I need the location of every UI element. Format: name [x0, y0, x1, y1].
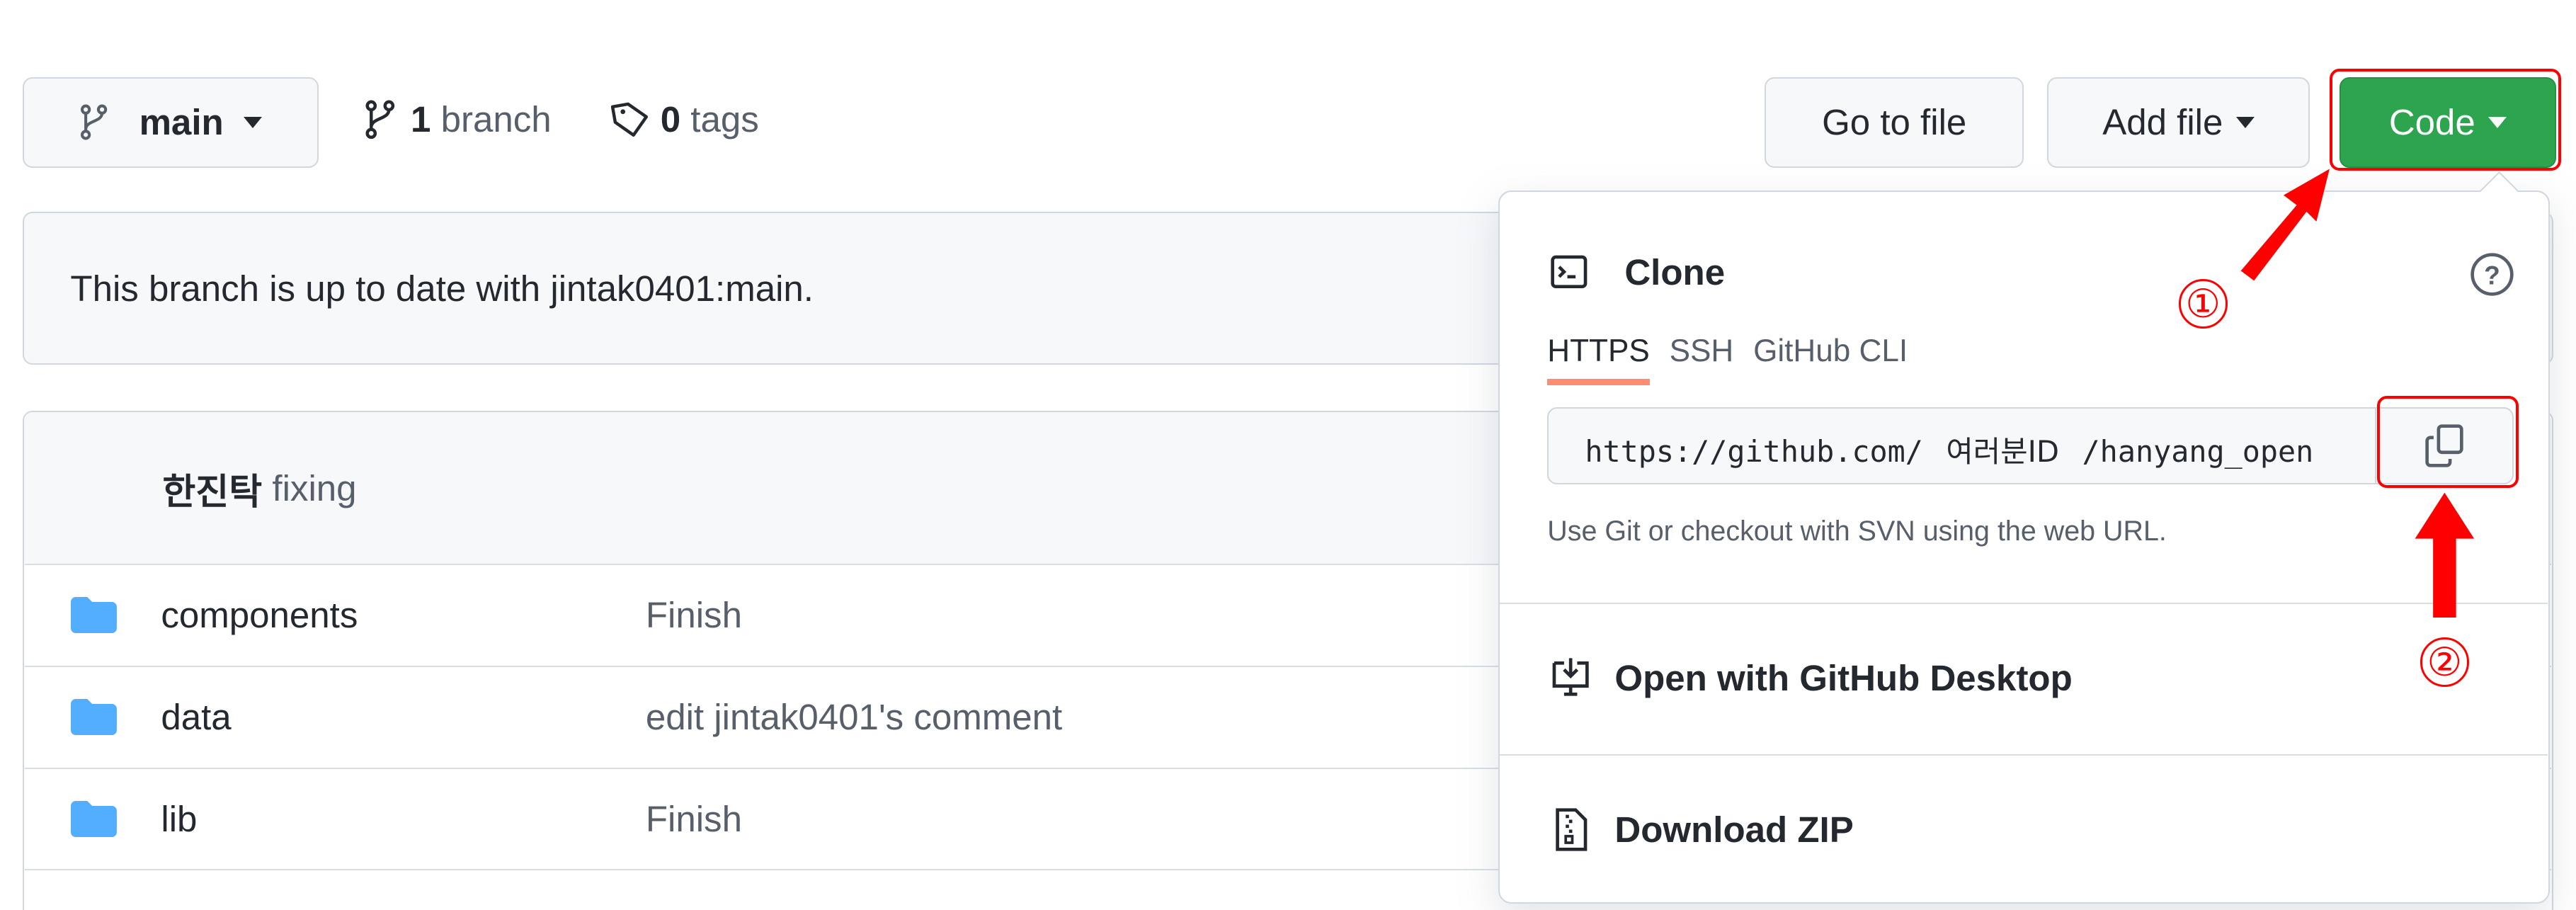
file-commit-message[interactable]: Finish — [646, 594, 742, 636]
annotation-highlight-copy — [2377, 396, 2519, 489]
tag-count: 0 — [660, 99, 681, 140]
branch-count: 1 — [411, 99, 431, 140]
annotation-arrow-1 — [2240, 169, 2330, 281]
clone-tabs: HTTPS SSH GitHub CLI — [1547, 334, 1908, 385]
tags-label: tags — [690, 99, 759, 140]
commit-message[interactable]: fixing — [272, 467, 356, 509]
banner-text: This branch is up to date with jintak040… — [70, 268, 814, 309]
help-icon[interactable]: ? — [2469, 251, 2515, 297]
svg-text:?: ? — [2484, 260, 2500, 290]
download-zip-label: Download ZIP — [1614, 809, 1854, 850]
git-branch-icon — [365, 100, 395, 139]
folder-icon — [70, 800, 117, 837]
repo-page: main 1 branch 0 tags Go to file Add file… — [0, 0, 2576, 910]
commit-author[interactable]: 한진탁 — [162, 462, 262, 515]
branches-link[interactable]: 1 branch — [365, 98, 552, 140]
file-commit-message[interactable]: Finish — [646, 798, 742, 840]
clone-help-text: Use Git or checkout with SVN using the w… — [1547, 516, 2167, 547]
tags-link[interactable]: 0 tags — [611, 98, 759, 140]
url-suffix: /hanyang_open — [2082, 433, 2314, 469]
url-prefix: https://github.com/ — [1585, 433, 1923, 469]
branch-name: main — [139, 102, 224, 143]
open-desktop-label: Open with GitHub Desktop — [1614, 658, 2073, 699]
file-commit-message[interactable]: edit jintak0401's comment — [646, 696, 1062, 738]
branch-selector-button[interactable]: main — [23, 77, 319, 168]
annotation-highlight-code — [2330, 69, 2562, 171]
url-user-id: 여러분ID — [1946, 433, 2060, 469]
annotation-step-2: ② — [2420, 637, 2470, 687]
file-name-link[interactable]: data — [161, 696, 231, 738]
tab-https[interactable]: HTTPS — [1547, 334, 1650, 385]
tab-ssh[interactable]: SSH — [1670, 334, 1734, 385]
branch-label: branch — [440, 99, 552, 140]
chevron-down-icon — [2235, 116, 2255, 128]
clone-url-field[interactable]: https://github.com/여러분ID/hanyang_open — [1547, 406, 2514, 485]
file-name-link[interactable]: lib — [161, 798, 197, 840]
open-github-desktop-item[interactable]: Open with GitHub Desktop — [1500, 603, 2548, 752]
annotation-step-1: ① — [2178, 279, 2228, 329]
clone-popup: Clone ? HTTPS SSH GitHub CLI https://git… — [1498, 171, 2550, 904]
tag-icon — [611, 102, 649, 137]
folder-icon — [70, 597, 117, 634]
add-file-button[interactable]: Add file — [2046, 77, 2310, 168]
file-name-link[interactable]: components — [161, 594, 358, 636]
terminal-icon — [1550, 255, 1587, 289]
folder-icon — [70, 699, 117, 736]
git-branch-icon — [81, 104, 108, 140]
tab-github-cli[interactable]: GitHub CLI — [1753, 334, 1908, 385]
annotation-arrow-2 — [2415, 493, 2475, 618]
chevron-down-icon — [243, 116, 262, 128]
download-zip-item[interactable]: Download ZIP — [1500, 753, 2548, 904]
file-zip-icon — [1555, 807, 1587, 851]
popup-caret — [2480, 171, 2519, 211]
desktop-download-icon — [1552, 658, 1589, 697]
go-to-file-button[interactable]: Go to file — [1764, 77, 2024, 168]
clone-title: Clone — [1624, 251, 1726, 292]
add-file-label: Add file — [2102, 102, 2223, 143]
